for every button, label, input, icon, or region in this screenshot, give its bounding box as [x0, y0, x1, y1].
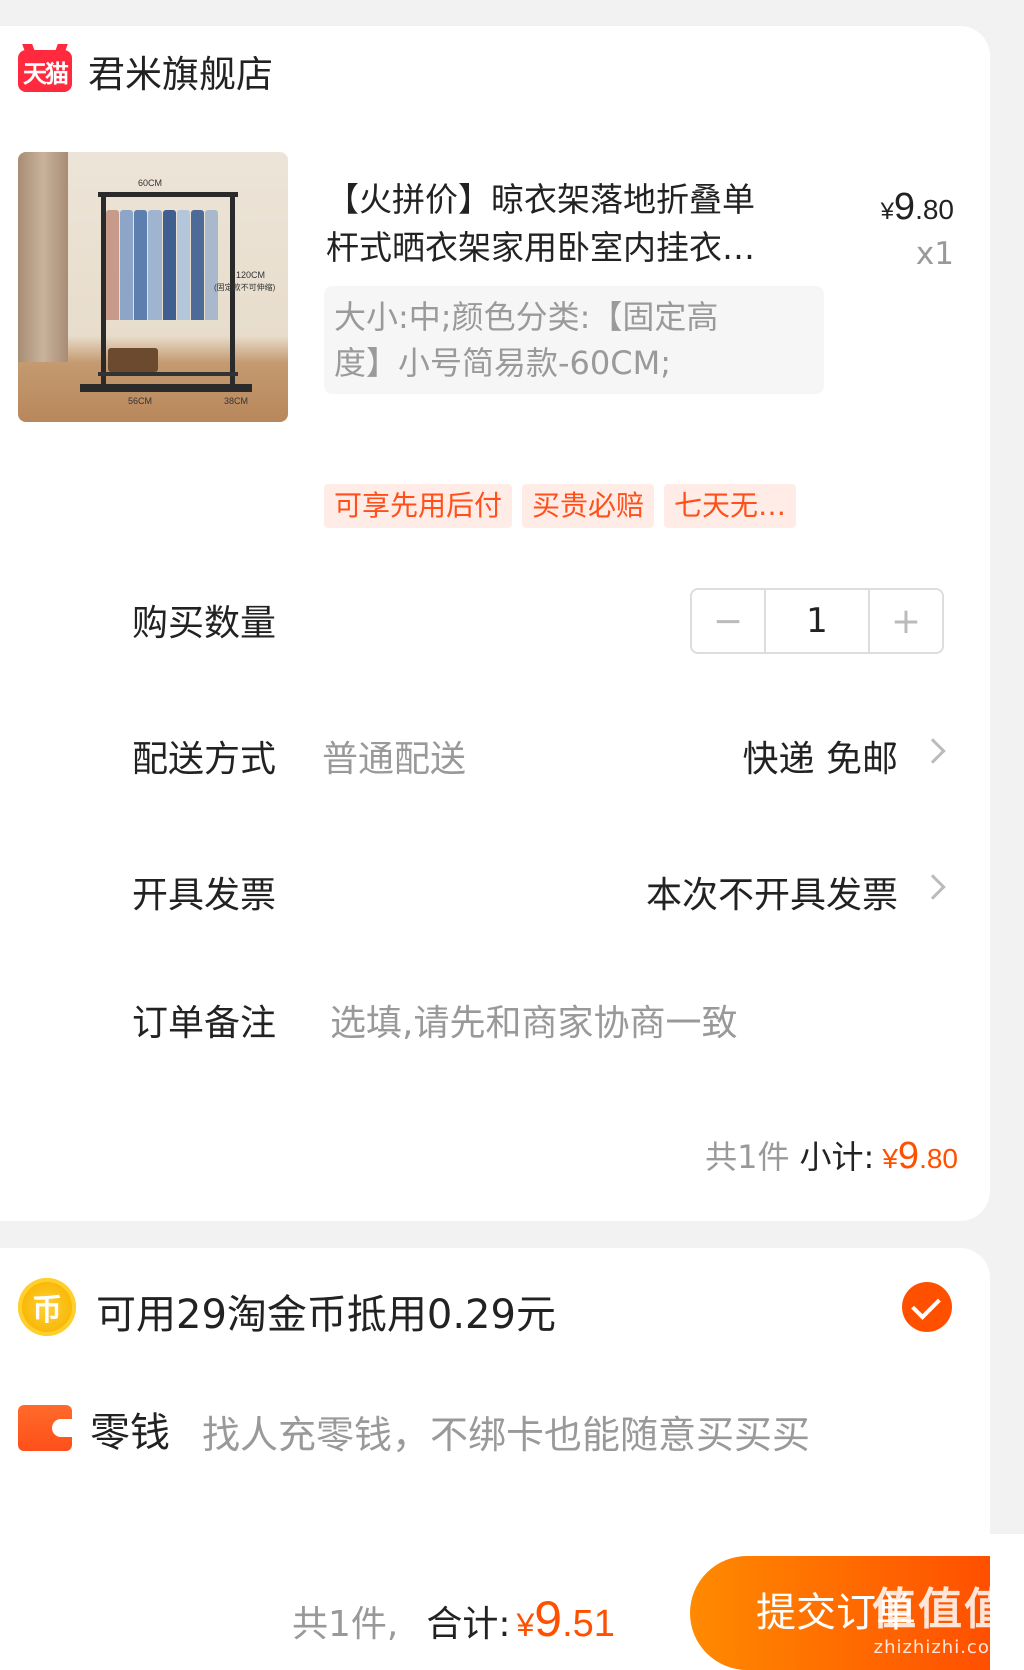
- product-price: ¥9.80: [881, 186, 954, 229]
- taobao-coin-icon: 币: [18, 1278, 76, 1336]
- total-count: 共1件,: [292, 1604, 399, 1645]
- note-input[interactable]: 选填,请先和商家协商一致: [330, 994, 737, 1046]
- invoice-value[interactable]: 本次不开具发票: [646, 866, 898, 918]
- dim-side: 120CM: [236, 270, 266, 280]
- product-qty: x1: [915, 236, 954, 272]
- tag-seven-day-return[interactable]: 七天无…: [664, 484, 797, 528]
- order-total: 共1件, 合计: ¥9.51: [292, 1590, 615, 1648]
- quantity-minus-button[interactable]: −: [692, 590, 764, 652]
- coin-deduction-text: 可用29淘金币抵用0.29元: [96, 1292, 556, 1338]
- subtotal-count: 共1件: [705, 1138, 790, 1176]
- rack-shelf: [98, 372, 238, 376]
- quantity-stepper: − 1 +: [690, 588, 944, 654]
- dim-side-note: (固定款不可伸缩): [214, 283, 276, 292]
- rack-top-bar: [98, 192, 238, 197]
- sku-selector[interactable]: 大小:中;颜色分类:【固定高 度】小号简易款-60CM;: [324, 286, 824, 394]
- site-watermark: 值值值 zhizhizhi.com: [872, 1573, 1010, 1658]
- product-title-line2: 杆式晒衣架家用卧室内挂衣…: [326, 228, 755, 267]
- dim-bottom: 56CM: [128, 396, 153, 406]
- delivery-value[interactable]: 快递 免邮: [743, 730, 898, 782]
- price-dec: .80: [915, 194, 954, 225]
- sku-line2: 度】小号简易款-60CM;: [334, 344, 672, 382]
- wallet-label[interactable]: 零钱: [90, 1400, 170, 1458]
- delivery-method: 普通配送: [322, 739, 467, 780]
- hanging-clothes: [106, 210, 218, 320]
- subtotal-dec: .80: [919, 1143, 958, 1174]
- rack-base: [80, 384, 252, 392]
- order-confirm-page: 天猫 君米旗舰店 60CM 120CM (固定款不可伸缩) 56CM 38CM …: [0, 0, 1024, 1670]
- subtotal-label: 小计:: [799, 1138, 875, 1176]
- wallet-hint[interactable]: 找人充零钱，不绑卡也能随意买买买: [202, 1404, 810, 1459]
- delivery-label: 配送方式: [132, 739, 277, 780]
- tag-pay-later[interactable]: 可享先用后付: [324, 484, 513, 528]
- coin-checkbox-checked-icon[interactable]: [902, 1282, 952, 1332]
- invoice-label: 开具发票: [132, 875, 277, 916]
- subtotal-amount: ¥9.80: [882, 1135, 958, 1177]
- sku-line1: 大小:中;颜色分类:【固定高: [334, 298, 719, 336]
- storage-box: [108, 348, 158, 372]
- service-tags: 可享先用后付 买贵必赔 七天无…: [324, 484, 797, 528]
- quantity-label: 购买数量: [132, 603, 277, 644]
- subtotal-symbol: ¥: [882, 1143, 898, 1174]
- subtotal-int: 9: [897, 1135, 920, 1177]
- total-symbol: ¥: [516, 1607, 535, 1643]
- tmall-logo-icon: 天猫: [18, 50, 72, 92]
- curtain-decor: [18, 152, 68, 362]
- price-int: 9: [893, 186, 916, 228]
- price-symbol: ¥: [880, 198, 894, 225]
- total-dec: .51: [562, 1603, 615, 1645]
- dim-top: 60CM: [138, 178, 163, 188]
- subtotal: 共1件 小计: ¥9.80: [705, 1132, 958, 1178]
- total-int: 9: [534, 1591, 563, 1647]
- dim-depth: 38CM: [224, 396, 249, 406]
- product-title[interactable]: 【火拼价】晾衣架落地折叠单 杆式晒衣架家用卧室内挂衣…: [326, 176, 796, 272]
- quantity-input[interactable]: 1: [764, 590, 870, 652]
- shop-header[interactable]: 天猫 君米旗舰店: [18, 46, 273, 96]
- product-title-line1: 【火拼价】晾衣架落地折叠单: [326, 180, 755, 219]
- watermark-en: zhizhizhi.com: [873, 1637, 1009, 1658]
- tag-price-protect[interactable]: 买贵必赔: [522, 484, 655, 528]
- watermark-cn: 值值值: [872, 1584, 1010, 1635]
- wallet-icon: [18, 1405, 72, 1451]
- product-image[interactable]: 60CM 120CM (固定款不可伸缩) 56CM 38CM: [18, 152, 288, 422]
- note-label: 订单备注: [132, 1003, 277, 1044]
- shop-name[interactable]: 君米旗舰店: [88, 44, 273, 98]
- total-label: 合计:: [426, 1604, 511, 1645]
- total-amount: ¥9.51: [516, 1591, 615, 1647]
- quantity-plus-button[interactable]: +: [870, 590, 942, 652]
